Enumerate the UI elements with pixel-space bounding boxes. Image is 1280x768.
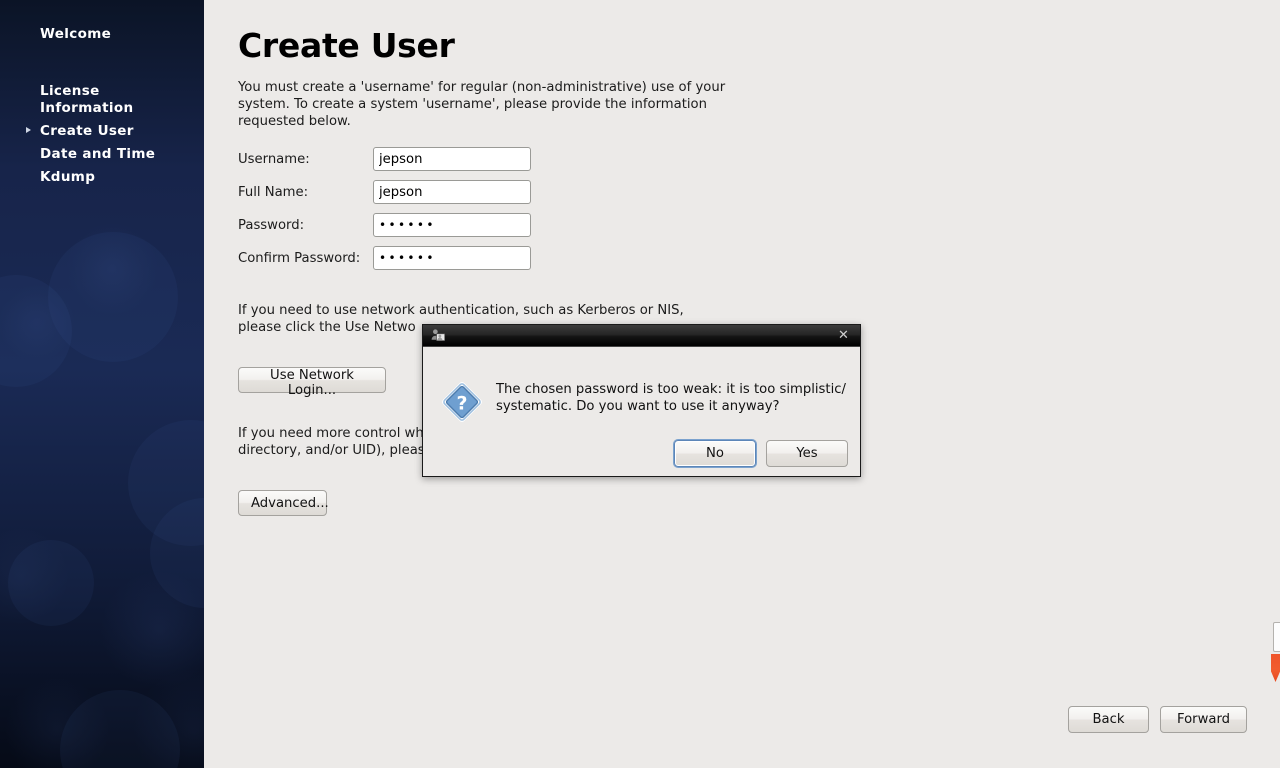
intro-text: You must create a 'username' for regular…: [238, 80, 726, 130]
confirm-password-input[interactable]: [373, 246, 531, 270]
decorative-bubble: [8, 540, 94, 626]
sidebar-item-label: Date and Time: [40, 146, 156, 162]
dialog-body: ? The chosen password is too weak: it is…: [423, 347, 860, 477]
svg-text:?: ?: [456, 393, 467, 415]
sidebar-item-kdump[interactable]: Kdump: [0, 169, 204, 186]
decorative-bubble: [60, 690, 180, 768]
sidebar-item-license-information[interactable]: License Information: [0, 49, 204, 117]
password-weak-dialog: ✕ ? The chosen password is too weak: it …: [422, 324, 861, 477]
sidebar-item-welcome[interactable]: Welcome: [0, 26, 204, 43]
sidebar-nav: Welcome License Information Create User …: [0, 26, 204, 186]
sidebar-item-label: Welcome: [40, 26, 112, 42]
sidebar-item-date-and-time[interactable]: Date and Time: [0, 146, 204, 163]
sidebar: Welcome License Information Create User …: [0, 0, 204, 768]
dialog-button-row: No Yes: [674, 440, 848, 467]
sidebar-item-create-user[interactable]: Create User: [0, 123, 204, 140]
username-label: Username:: [238, 151, 310, 167]
use-network-login-button[interactable]: Use Network Login...: [238, 367, 386, 398]
username-input[interactable]: [373, 147, 531, 171]
password-input[interactable]: [373, 213, 531, 237]
advanced-button[interactable]: Advanced...: [238, 490, 329, 516]
dialog-yes-button[interactable]: Yes: [766, 440, 848, 467]
form-row-password: Password:: [238, 212, 531, 238]
current-step-arrow-icon: [26, 127, 31, 133]
offscreen-popup-edge[interactable]: [1273, 622, 1280, 652]
close-icon[interactable]: ✕: [835, 327, 852, 344]
installer-window: Welcome License Information Create User …: [0, 0, 1280, 768]
page-title: Create User: [238, 26, 455, 65]
fullname-label: Full Name:: [238, 184, 309, 200]
form-row-confirm-password: Confirm Password:: [238, 245, 531, 271]
question-mark-icon: ?: [442, 382, 482, 422]
users-icon: [431, 329, 445, 341]
fullname-input[interactable]: [373, 180, 531, 204]
sidebar-item-label: License Information: [40, 83, 134, 116]
create-user-form: Username: Full Name: Password: Confirm P…: [238, 146, 531, 278]
forward-button[interactable]: Forward: [1160, 706, 1247, 733]
dialog-titlebar[interactable]: ✕: [423, 325, 860, 347]
sidebar-item-label: Create User: [40, 123, 134, 139]
dialog-no-button[interactable]: No: [674, 440, 756, 467]
form-row-fullname: Full Name:: [238, 179, 531, 205]
back-button[interactable]: Back: [1068, 706, 1149, 733]
form-row-username: Username:: [238, 146, 531, 172]
password-label: Password:: [238, 217, 305, 233]
dialog-message: The chosen password is too weak: it is t…: [496, 382, 846, 415]
confirm-password-label: Confirm Password:: [238, 250, 361, 266]
sidebar-item-label: Kdump: [40, 169, 96, 185]
